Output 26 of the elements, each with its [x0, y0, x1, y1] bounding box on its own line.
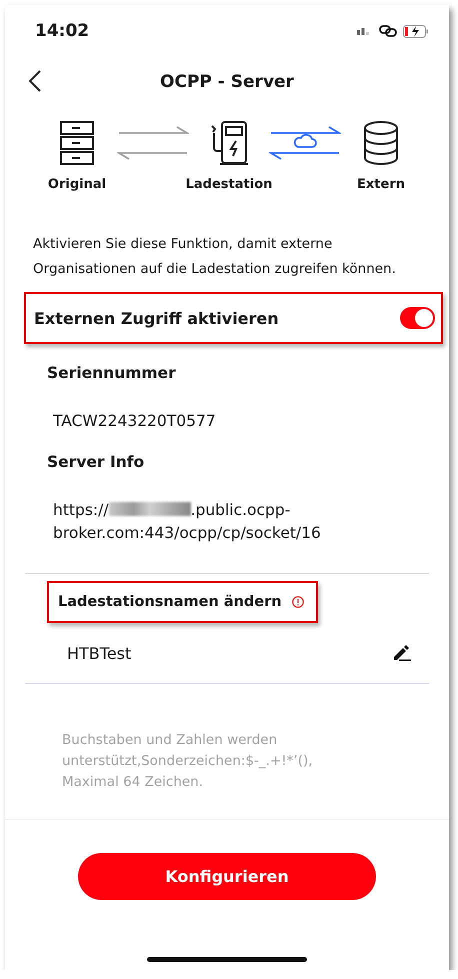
status-time: 14:02 [35, 21, 90, 41]
node-label: Extern [357, 177, 405, 192]
station-name: HTBTest [67, 644, 132, 662]
access-switch[interactable] [400, 307, 435, 329]
database-icon [363, 121, 399, 165]
server-icon [60, 121, 94, 165]
back-button[interactable] [29, 70, 41, 92]
toggle-label: Externen Zugriff aktivieren [34, 308, 279, 328]
configure-button[interactable]: Konfigurieren [78, 853, 376, 900]
back-icon [29, 70, 41, 92]
edit-button[interactable] [393, 645, 411, 661]
node-label: Original [48, 177, 106, 192]
description-text: Aktivieren Sie diese Funktion, damit externe Organisationen auf die Ladestation zugreifen können. [32, 235, 397, 279]
page-title: OCPP - Server [160, 72, 294, 92]
url-text: broker.com:443/ocpp/cp/socket/16 [53, 523, 321, 544]
field-value: TACW2243220T0577 [52, 411, 217, 432]
pencil-icon [393, 645, 411, 661]
hint-text: Buchstaben und Zahlen werden unterstützt,Sonderzeichen:$-_.+!*’(), Maximal 64 Zeichen. [61, 731, 314, 792]
battery-charging-icon [403, 24, 429, 38]
field-label: Server Info [46, 453, 146, 471]
node-label: Ladestation [186, 177, 272, 192]
link-icon [379, 25, 397, 37]
url-prefix: https:// [53, 501, 109, 519]
field-label: Seriennummer [46, 364, 177, 382]
section-label: Ladestationsnamen ändern [58, 594, 282, 610]
url-text: .public.ocpp- [190, 501, 290, 519]
